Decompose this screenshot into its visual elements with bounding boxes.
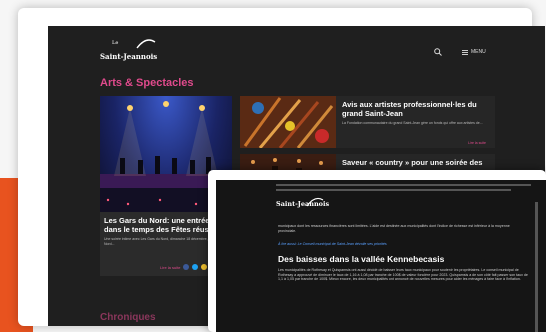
- scrollbar[interactable]: [535, 202, 538, 332]
- article-body: Les municipalités de Rothesay et Quispam…: [278, 268, 528, 282]
- search-icon[interactable]: [434, 48, 442, 56]
- article-2-title[interactable]: Saveur « country » pour une soirée des: [342, 158, 492, 167]
- menu-button[interactable]: MENU: [462, 49, 486, 55]
- menu-icon: [462, 49, 468, 55]
- front-site-logo[interactable]: Saint-Jeannois: [276, 197, 329, 208]
- twitter-icon[interactable]: [192, 264, 199, 270]
- paint-brushes-image: [240, 96, 336, 148]
- feature-read-more-link[interactable]: Lire la suite: [160, 265, 180, 270]
- facebook-icon[interactable]: [183, 264, 190, 270]
- logo-swoosh-icon: [136, 39, 156, 49]
- site-header: Le Saint-Jeannois MENU: [48, 26, 545, 66]
- article-1-title[interactable]: Avis aux artistes professionnel·les du g…: [342, 100, 492, 118]
- share-icon[interactable]: [201, 264, 208, 270]
- faded-text-lines: [276, 184, 531, 194]
- article-1-read-more-link[interactable]: Lire la suite: [468, 141, 486, 145]
- article-2-text: Saveur « country » pour une soirée des: [342, 158, 492, 167]
- section-title: Arts & Spectacles: [100, 77, 194, 89]
- article-1-text: Avis aux artistes professionnel·les du g…: [342, 100, 492, 145]
- front-screen: Saint-Jeannois municipaux dont les resso…: [216, 180, 546, 332]
- next-section-title: Chroniques: [100, 312, 156, 323]
- article-intro-text: municipaux dont les ressources financièr…: [278, 224, 510, 233]
- menu-label: MENU: [471, 49, 486, 55]
- laptop-mockup-front: Saint-Jeannois municipaux dont les resso…: [208, 170, 546, 332]
- article-heading: Des baisses dans la vallée Kennebecasis: [278, 254, 445, 264]
- article-1-excerpt: La Fondation communautaire du grand Sain…: [342, 121, 483, 125]
- front-logo-swoosh-icon: [306, 197, 324, 207]
- related-article-link[interactable]: À lire aussi: Le Conseil municipal de Sa…: [278, 242, 387, 246]
- site-logo[interactable]: Le Saint-Jeannois: [100, 39, 158, 64]
- logo-name-text: Saint-Jeannois: [100, 52, 158, 61]
- article-card-1[interactable]: Avis aux artistes professionnel·les du g…: [240, 96, 495, 148]
